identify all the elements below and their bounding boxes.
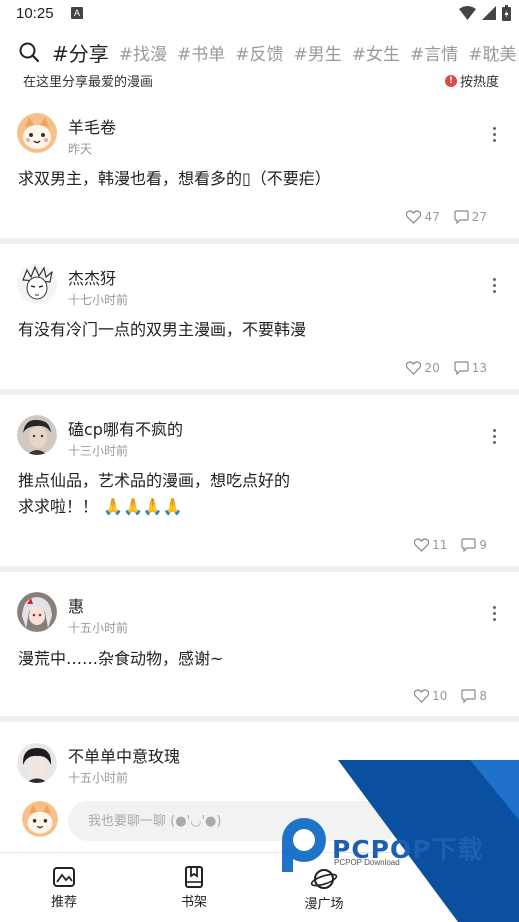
comment-icon [454, 361, 469, 375]
boy-photo-avatar-icon[interactable] [17, 415, 57, 455]
like-count: 20 [424, 361, 440, 375]
tag-female[interactable]: #女生 [352, 40, 400, 65]
comment-button[interactable]: 13 [454, 361, 487, 375]
post-card[interactable]: 羊毛卷 昨天 求双男主，韩漫也看，想看多的▯（不要疟） 47 27 [0, 100, 519, 238]
tag-share-active[interactable]: #分享 [52, 38, 109, 66]
post-time: 十七小时前 [68, 293, 129, 307]
nav-label: 推荐 [50, 895, 77, 910]
tag-male[interactable]: #男生 [294, 40, 342, 65]
tag-feedback[interactable]: #反馈 [235, 40, 283, 65]
post-card[interactable]: 惠 十五小时前 漫荒中……杂食动物，感谢~ 10 8 [0, 572, 519, 716]
signal-icon [482, 6, 496, 20]
post-author[interactable]: 惠 [68, 593, 84, 617]
anime-girl-avatar-icon[interactable] [17, 592, 57, 632]
planet-icon [310, 869, 338, 889]
more-options-icon[interactable] [493, 606, 497, 624]
post-author[interactable]: 磕cp哪有不疯的 [68, 416, 183, 440]
tag-find-comic[interactable]: #找漫 [119, 40, 167, 65]
dark-hair-avatar-icon[interactable] [17, 743, 57, 783]
post-content-line: 有没有冷门一点的双男主漫画，不要韩漫 [18, 320, 307, 339]
post-content-line: 求双男主，韩漫也看，想看多的▯（不要疟） [18, 169, 331, 188]
more-options-icon[interactable] [493, 429, 497, 447]
like-count: 11 [432, 538, 448, 552]
tag-romance[interactable]: #言情 [410, 40, 458, 65]
more-options-icon[interactable] [493, 127, 497, 145]
nav-recommend[interactable]: 推荐 [34, 865, 94, 910]
my-avatar-icon[interactable] [22, 801, 58, 837]
cat-avatar-icon[interactable] [17, 113, 57, 153]
status-time: 10:25 [16, 5, 54, 22]
tag-row: #分享 #找漫 #书单 #反馈 #男生 #女生 #言情 #耽美 # [18, 38, 519, 66]
like-button[interactable]: 10 [414, 689, 447, 703]
post-content-line: 漫荒中……杂食动物，感谢~ [18, 649, 224, 668]
manga-sketch-avatar-icon[interactable] [17, 264, 57, 304]
nav-bookshelf[interactable]: 书架 [164, 865, 224, 910]
nav-label: 我 [447, 895, 461, 910]
tag-bl[interactable]: #耽美 [468, 40, 516, 65]
more-options-icon[interactable] [493, 278, 497, 296]
notification-a-icon: A [71, 7, 83, 19]
bottom-nav: 推荐 书架 漫广场 我 [0, 852, 519, 922]
heart-icon [414, 538, 430, 552]
person-icon [444, 867, 464, 888]
status-icons [459, 5, 511, 21]
post-content: 有没有冷门一点的双男主漫画，不要韩漫 [18, 317, 306, 343]
post-time: 昨天 [68, 142, 93, 156]
sort-label: 按热度 [459, 75, 499, 90]
comment-button[interactable]: 9 [461, 538, 487, 552]
sort-by-heat-button[interactable]: ! 按热度 [444, 71, 499, 90]
post-stats: 47 27 [406, 210, 487, 224]
comment-count: 27 [471, 210, 487, 224]
comment-icon [454, 210, 469, 224]
like-count: 47 [424, 210, 440, 224]
post-content: 漫荒中……杂食动物，感谢~ [18, 646, 223, 672]
nav-me[interactable]: 我 [424, 865, 484, 910]
heart-icon [414, 689, 430, 703]
post-stats: 11 9 [414, 538, 487, 552]
tag-book-list[interactable]: #书单 [177, 40, 225, 65]
comment-count: 8 [479, 689, 487, 703]
like-count: 10 [432, 689, 448, 703]
nav-label: 书架 [180, 895, 207, 910]
alert-icon: ! [444, 74, 457, 87]
like-button[interactable]: 20 [406, 361, 440, 375]
post-content-line: 求求啦！！ 🙏🙏🙏🙏 [18, 497, 183, 516]
post-time: 十五小时前 [68, 771, 129, 785]
comment-icon [461, 689, 476, 703]
image-icon [53, 867, 75, 887]
comment-icon [461, 538, 476, 552]
comment-button[interactable]: 8 [461, 689, 487, 703]
wifi-icon [459, 6, 476, 20]
nav-comic-square[interactable]: 漫广场 [294, 865, 354, 912]
heart-icon [406, 361, 422, 375]
search-icon[interactable] [18, 41, 40, 63]
page-subtitle: 在这里分享最爱的漫画 [23, 75, 154, 90]
sub-row: 在这里分享最爱的漫画 ! 按热度 [23, 71, 499, 90]
heart-icon [406, 210, 422, 224]
post-author[interactable]: 不单单中意玫瑰 [68, 743, 180, 767]
bookmark-book-icon [185, 866, 203, 888]
battery-icon [502, 5, 511, 21]
post-card[interactable]: 杰杰犽 十七小时前 有没有冷门一点的双男主漫画，不要韩漫 20 13 [0, 244, 519, 389]
post-content: 推点仙品，艺术品的漫画，想吃点好的 求求啦！！ 🙏🙏🙏🙏 [18, 468, 290, 520]
post-card[interactable]: 不单单中意玫瑰 十五小时前 [0, 722, 519, 792]
post-time: 十五小时前 [68, 621, 129, 635]
like-button[interactable]: 11 [414, 538, 447, 552]
post-time: 十三小时前 [68, 444, 129, 458]
comment-count: 9 [479, 538, 487, 552]
reply-input[interactable] [68, 801, 400, 841]
post-content-line: 推点仙品，艺术品的漫画，想吃点好的 [18, 471, 291, 490]
comment-button[interactable]: 27 [454, 210, 487, 224]
post-content: 求双男主，韩漫也看，想看多的▯（不要疟） [18, 166, 331, 192]
post-card[interactable]: 磕cp哪有不疯的 十三小时前 推点仙品，艺术品的漫画，想吃点好的 求求啦！！ 🙏… [0, 395, 519, 566]
nav-label: 漫广场 [304, 897, 344, 912]
like-button[interactable]: 47 [406, 210, 440, 224]
post-author[interactable]: 羊毛卷 [68, 114, 116, 138]
post-author[interactable]: 杰杰犽 [68, 265, 116, 289]
status-bar: 10:25 A [0, 0, 519, 30]
comment-count: 13 [471, 361, 487, 375]
post-stats: 20 13 [406, 361, 487, 375]
post-stats: 10 8 [414, 689, 487, 703]
